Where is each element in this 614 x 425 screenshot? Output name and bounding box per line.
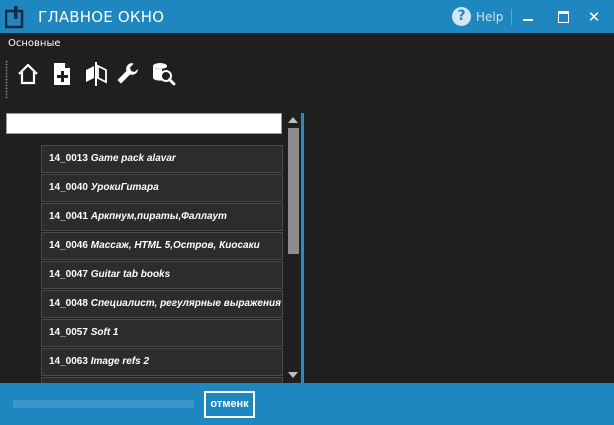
list-item[interactable]: 14_0063 Image refs 2 [41, 348, 283, 376]
list-item[interactable]: 14_0046 Массаж, HTML 5,Остров, Киосаки [41, 232, 283, 260]
item-code: 14_0047 [49, 269, 88, 280]
compare-icon [86, 62, 107, 86]
home-button[interactable] [14, 60, 42, 88]
item-code: 14_0013 [49, 153, 88, 164]
item-code: 14_0063 [49, 356, 88, 367]
cancel-button[interactable]: отменк [204, 391, 255, 418]
titlebar-separator [511, 9, 512, 25]
maximize-button[interactable] [554, 7, 574, 27]
list-scrollbar[interactable] [286, 113, 301, 383]
toolbar-grip[interactable] [5, 60, 8, 98]
list-item[interactable]: 14_0040 УрокиГитара [41, 174, 283, 202]
list-item[interactable]: 14_0057 Soft 1 [41, 319, 283, 347]
item-code: 14_0046 [49, 240, 88, 251]
add-document-button[interactable] [48, 60, 76, 88]
item-code: 14_0057 [49, 327, 88, 338]
scroll-up-arrow-icon[interactable] [288, 117, 298, 123]
item-name: Массаж, HTML 5,Остров, Киосаки [90, 240, 260, 251]
list-item[interactable]: 14_0013 Game pack alavar [41, 145, 283, 173]
window-title: ГЛАВНОЕ ОКНО [38, 8, 165, 26]
item-name: Guitar tab books [90, 269, 171, 280]
item-name: Специалист, регулярные выражения [90, 298, 281, 309]
title-bar: ГЛАВНОЕ ОКНО ? Help ✕ [0, 0, 614, 33]
scroll-down-arrow-icon[interactable] [288, 372, 298, 378]
scroll-thumb[interactable] [288, 128, 299, 254]
progress-bar [13, 400, 194, 408]
list-item[interactable]: 14_0047 Guitar tab books [41, 261, 283, 289]
add-document-icon [54, 63, 70, 85]
status-bar: отменк [0, 383, 614, 425]
close-button[interactable]: ✕ [584, 7, 604, 27]
ribbon-group-label: Основные [8, 38, 61, 49]
item-name: Image refs 2 [90, 356, 150, 367]
wrench-icon [117, 63, 138, 84]
item-code: 14_0048 [49, 298, 88, 309]
home-icon [18, 63, 38, 85]
item-name: Game pack alavar [90, 153, 176, 164]
search-input[interactable] [6, 113, 282, 134]
app-icon [5, 6, 24, 29]
item-name: УрокиГитара [90, 182, 159, 193]
item-name: Soft 1 [90, 327, 119, 338]
help-link[interactable]: Help [476, 10, 503, 24]
settings-button[interactable] [114, 60, 142, 88]
item-name: Аркпнум,пираты,Фаллаут [90, 211, 227, 222]
list-item[interactable]: 14_0048 Специалист, регулярные выражения [41, 290, 283, 318]
help-icon[interactable]: ? [452, 7, 471, 26]
database-search-button[interactable] [149, 60, 177, 88]
panel-splitter[interactable] [301, 113, 304, 383]
minimize-button[interactable] [519, 7, 539, 27]
list-item[interactable]: 14_0041 Аркпнум,пираты,Фаллаут [41, 203, 283, 231]
database-search-icon [152, 63, 176, 86]
item-code: 14_0041 [49, 211, 88, 222]
compare-button[interactable] [82, 60, 110, 88]
item-code: 14_0040 [49, 182, 88, 193]
item-list: 14_0013 Game pack alavar 14_0040 УрокиГи… [41, 145, 283, 383]
